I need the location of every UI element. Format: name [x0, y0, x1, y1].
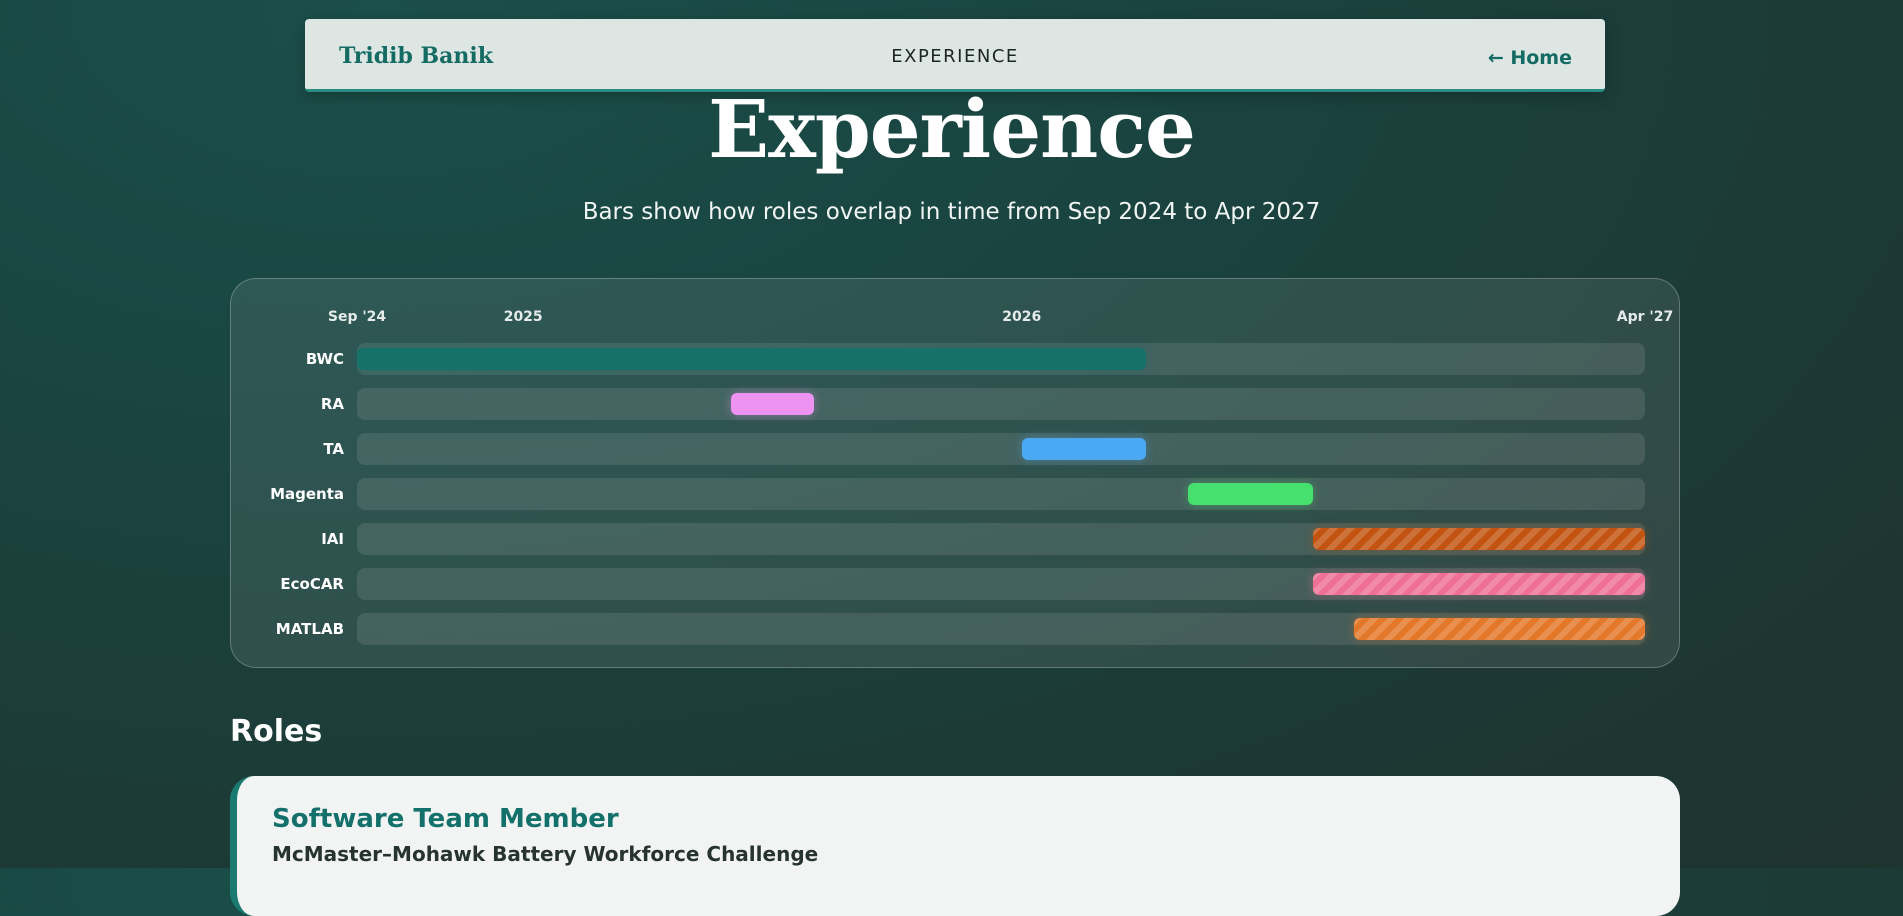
timeline-bar-ecocar: [1312, 573, 1645, 595]
timeline-bar-magenta: [1187, 483, 1313, 505]
timeline-track: [357, 523, 1645, 555]
timeline-bar-bwc: [357, 348, 1147, 370]
timeline-row-label: IAI: [321, 530, 344, 548]
timeline-row-label: EcoCAR: [280, 575, 344, 593]
timeline-row-label: MATLAB: [275, 620, 344, 638]
page-subtitle: Bars show how roles overlap in time from…: [582, 199, 1321, 225]
timeline-track: [357, 388, 1645, 420]
role-organization: McMaster–Mohawk Battery Workforce Challe…: [272, 842, 819, 866]
role-title: Software Team Member: [272, 804, 619, 834]
axis-tick-label: Sep '24: [327, 309, 387, 325]
timeline-chart: Sep '24 2025 2026 Apr '27 BWC RA TA Magenta IAI…: [230, 278, 1680, 668]
axis-tick-label: 2025: [503, 309, 543, 325]
timeline-row-label: TA: [323, 440, 344, 458]
role-card: Software Team Member McMaster–Mohawk Bat…: [230, 776, 1680, 916]
timeline-bar-ta: [1021, 438, 1147, 460]
page-title: Experience: [708, 82, 1196, 176]
nav-page-title: EXPERIENCE: [891, 46, 1019, 67]
timeline-track: [357, 568, 1645, 600]
axis-tick-label: 2026: [1002, 309, 1042, 325]
timeline-track: [357, 613, 1645, 645]
timeline-track: [357, 433, 1645, 465]
timeline-bar-ra: [730, 393, 815, 415]
timeline-track: [357, 478, 1645, 510]
roles-heading: Roles: [230, 714, 323, 749]
timeline-row-label: Magenta: [270, 485, 344, 503]
axis-tick-label: Apr '27: [1616, 309, 1674, 325]
timeline-track: [357, 343, 1645, 375]
timeline-row-label: BWC: [305, 350, 344, 368]
timeline-bar-matlab: [1354, 618, 1645, 640]
timeline-row-label: RA: [320, 395, 344, 413]
home-link[interactable]: ← Home: [1488, 47, 1572, 69]
timeline-bar-iai: [1312, 528, 1645, 550]
